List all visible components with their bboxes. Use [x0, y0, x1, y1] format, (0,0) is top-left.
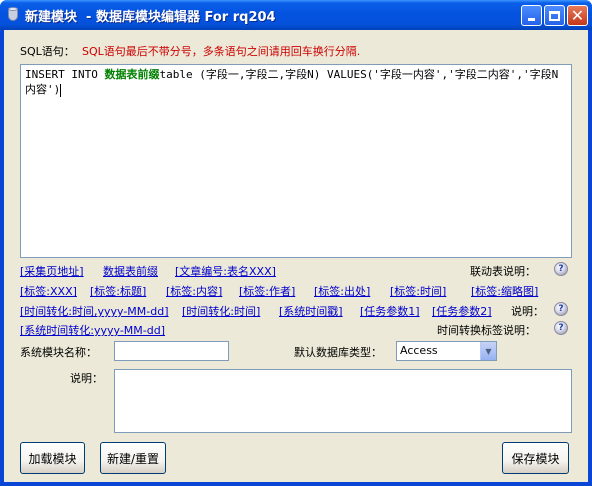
tag-time[interactable]: [标签:时间]: [390, 283, 446, 299]
maximize-button[interactable]: [544, 5, 565, 26]
close-icon: ✕: [570, 5, 585, 25]
sql-label: SQL语句：: [20, 45, 75, 58]
main-window: 新建模块 - 数据库模块编辑器 For rq204 ✕ SQL语句： SQL语句…: [0, 0, 592, 486]
save-module-button[interactable]: 保存模块: [502, 442, 569, 474]
description-label: 说明：: [70, 372, 103, 385]
tag-content[interactable]: [标签:内容]: [166, 283, 222, 299]
tag-collect-url[interactable]: [采集页地址]: [20, 263, 84, 279]
tag-system-time-format[interactable]: [系统时间转化:yyyy-MM-dd]: [20, 322, 165, 338]
tags-help-label: 说明：: [511, 305, 544, 318]
tag-thumbnail[interactable]: [标签:缩略图]: [471, 283, 538, 299]
sql-text-start: INSERT INTO: [25, 68, 105, 81]
database-icon: [6, 7, 20, 23]
tag-task-param-2[interactable]: [任务参数2]: [432, 303, 492, 319]
tag-time-convert[interactable]: [时间转化:时间]: [182, 303, 260, 319]
help-icon[interactable]: ?: [554, 302, 568, 316]
db-type-select[interactable]: Access ▼: [396, 341, 497, 361]
tag-source[interactable]: [标签:出处]: [314, 283, 370, 299]
sql-editor[interactable]: INSERT INTO 数据表前缀table (字段一,字段二,字段N) VAL…: [20, 64, 572, 258]
tag-author[interactable]: [标签:作者]: [239, 283, 295, 299]
db-type-value: Access: [400, 344, 438, 357]
module-name-label: 系统模块名称：: [20, 346, 97, 359]
sql-text-line2: 内容'): [25, 83, 61, 96]
sql-hint: SQL语句最后不带分号，多条语句之间请用回车换行分隔.: [82, 45, 361, 58]
linked-table-help-label: 联动表说明：: [470, 265, 536, 278]
sql-text-rest: table (字段一,字段二,字段N) VALUES('字段一内容','字段二内…: [159, 68, 559, 81]
maximize-icon: [549, 10, 560, 21]
title-bar[interactable]: 新建模块 - 数据库模块编辑器 For rq204 ✕: [0, 0, 592, 30]
time-help-label: 时间转换标签说明：: [437, 324, 536, 337]
tag-article-id[interactable]: [文章编号:表名XXX]: [175, 263, 276, 279]
text-caret: [60, 83, 62, 97]
tag-title[interactable]: [标签:标题]: [90, 283, 146, 299]
tag-time-format[interactable]: [时间转化:时间,yyyy-MM-dd]: [20, 303, 169, 319]
db-type-label: 默认数据库类型：: [294, 346, 382, 359]
load-module-button[interactable]: 加载模块: [20, 442, 85, 474]
tag-xxx[interactable]: [标签:XXX]: [20, 283, 77, 299]
tag-table-prefix[interactable]: 数据表前缀: [103, 263, 158, 279]
dialog-body: SQL语句： SQL语句最后不带分号，多条语句之间请用回车换行分隔. INSER…: [4, 30, 588, 482]
window-title: 新建模块 - 数据库模块编辑器 For rq204: [25, 10, 276, 25]
new-reset-button[interactable]: 新建/重置: [100, 442, 166, 474]
minimize-button[interactable]: [521, 5, 542, 26]
module-name-input[interactable]: [114, 341, 229, 361]
tag-system-timestamp[interactable]: [系统时间戳]: [279, 303, 343, 319]
sql-table-prefix-highlight: 数据表前缀: [104, 68, 160, 81]
minimize-icon: [528, 18, 535, 21]
help-icon[interactable]: ?: [554, 321, 568, 335]
tag-task-param-1[interactable]: [任务参数1]: [360, 303, 420, 319]
chevron-down-icon[interactable]: ▼: [480, 342, 496, 360]
help-icon[interactable]: ?: [554, 262, 568, 276]
close-button[interactable]: ✕: [567, 5, 588, 26]
description-textarea[interactable]: [114, 369, 572, 433]
